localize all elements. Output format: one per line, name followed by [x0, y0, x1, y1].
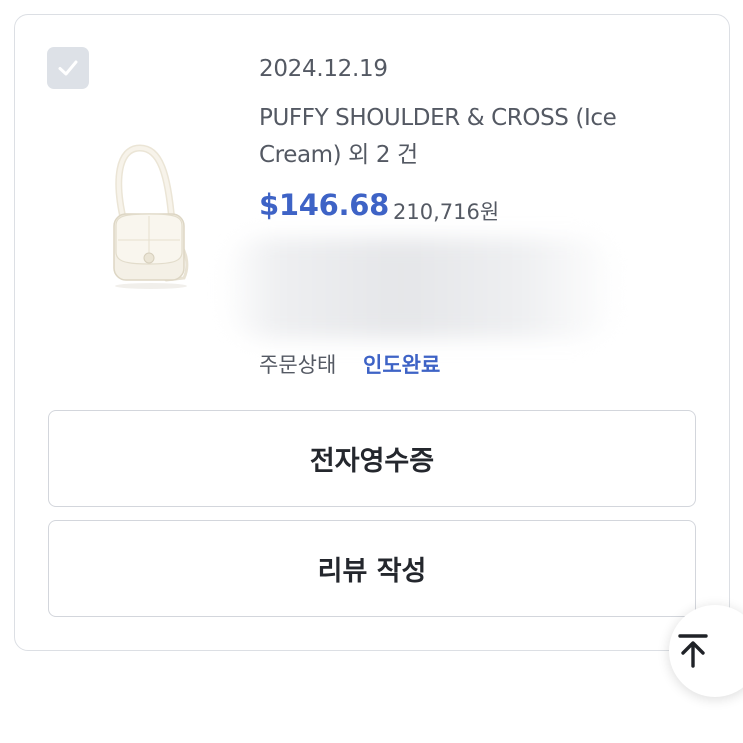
select-checkbox[interactable] — [47, 47, 89, 89]
order-date: 2024.12.19 — [259, 56, 388, 82]
redacted-region — [222, 238, 620, 338]
check-icon — [58, 60, 78, 76]
order-status-value: 인도완료 — [363, 353, 441, 377]
product-title[interactable]: PUFFY SHOULDER & CROSS (Ice Cream) 외 2 건 — [259, 100, 693, 174]
arrow-up-to-top-icon — [678, 634, 708, 668]
product-image[interactable] — [96, 130, 206, 300]
e-receipt-button[interactable]: 전자영수증 — [48, 410, 696, 507]
price-usd: $146.68 — [259, 188, 389, 222]
order-status-label: 주문상태 — [259, 353, 337, 377]
price-krw: 210,716원 — [393, 200, 500, 224]
write-review-button[interactable]: 리뷰 작성 — [48, 520, 696, 617]
